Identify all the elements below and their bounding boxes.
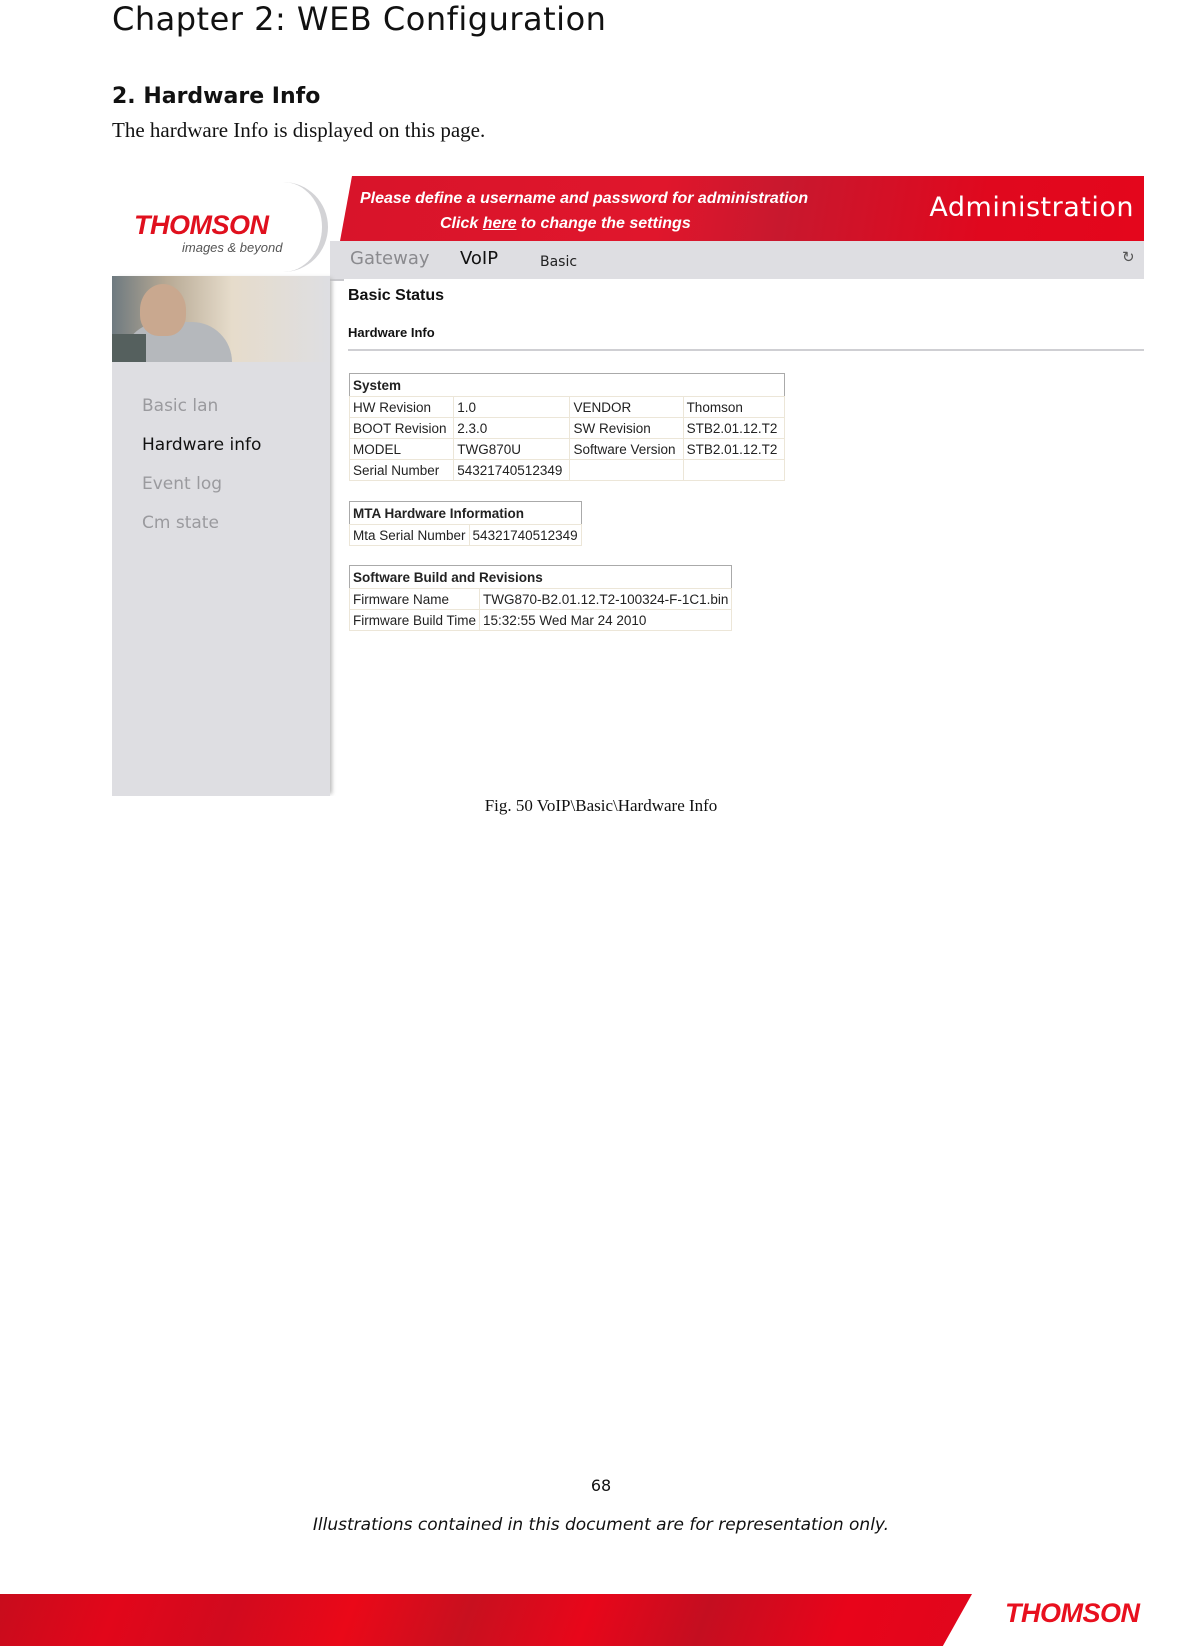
table-row: HW Revision 1.0 VENDOR Thomson bbox=[348, 396, 786, 418]
section-body: The hardware Info is displayed on this p… bbox=[112, 118, 486, 142]
system-table: System HW Revision 1.0 VENDOR Thomson BO… bbox=[348, 373, 786, 481]
change-settings-link[interactable]: here bbox=[483, 215, 517, 232]
figure-caption: Fig. 50 VoIP\Basic\Hardware Info bbox=[484, 796, 718, 815]
photo-person-head bbox=[140, 284, 186, 336]
tab-gateway[interactable]: Gateway bbox=[350, 248, 430, 269]
router-admin-screenshot: THOMSON images & beyond Please define a … bbox=[112, 176, 1144, 796]
content-subtitle: Hardware Info bbox=[348, 325, 435, 340]
logo-tagline: images & beyond bbox=[182, 240, 283, 255]
banner-title: Administration bbox=[929, 192, 1134, 223]
cell-value: STB2.01.12.T2 bbox=[682, 417, 786, 439]
table-header: Software Build and Revisions bbox=[353, 569, 543, 585]
thomson-logo: THOMSON images & beyond bbox=[112, 176, 334, 276]
cell-label: MODEL bbox=[348, 438, 455, 460]
page-number: 68 bbox=[590, 1476, 612, 1495]
cell-value: 1.0 bbox=[453, 396, 571, 418]
cell-value: Thomson bbox=[682, 396, 786, 418]
cell-label: Firmware Build Time bbox=[348, 609, 481, 631]
subtab-basic[interactable]: Basic bbox=[540, 254, 577, 270]
disclaimer: Illustrations contained in this document… bbox=[312, 1515, 890, 1535]
table-row: Mta Serial Number 54321740512349 bbox=[349, 524, 582, 546]
cell-label: Firmware Name bbox=[348, 588, 481, 610]
cell-label: BOOT Revision bbox=[348, 417, 455, 439]
logo-wordmark: THOMSON bbox=[134, 210, 269, 240]
banner-change-settings: Click here to change the settings bbox=[440, 215, 691, 233]
cell-value: 2.3.0 bbox=[453, 417, 571, 439]
cell-value: TWG870U bbox=[453, 438, 571, 460]
table-row: MODEL TWG870U Software Version STB2.01.1… bbox=[348, 438, 786, 460]
section-heading: 2. Hardware Info bbox=[112, 84, 321, 109]
cell-value: 54321740512349 bbox=[453, 459, 571, 481]
cell-label: Mta Serial Number bbox=[349, 524, 470, 546]
mta-table: MTA Hardware Information Mta Serial Numb… bbox=[349, 501, 582, 546]
cell-value bbox=[682, 459, 786, 481]
banner-line2-suffix: to change the settings bbox=[516, 215, 691, 232]
admin-banner: Please define a username and password fo… bbox=[340, 176, 1144, 241]
photo-laptop bbox=[112, 334, 146, 362]
sidebar-photo bbox=[112, 276, 330, 362]
cell-label: HW Revision bbox=[348, 396, 455, 418]
cell-value: 54321740512349 bbox=[468, 524, 582, 546]
sidebar: Basic lan Hardware info Event log Cm sta… bbox=[112, 276, 330, 796]
footer-logo: THOMSON bbox=[1005, 1598, 1140, 1628]
table-row: Firmware Name TWG870-B2.01.12.T2-100324-… bbox=[348, 588, 733, 610]
sidebar-item-event-log[interactable]: Event log bbox=[142, 474, 222, 494]
refresh-icon[interactable]: ↻ bbox=[1122, 250, 1136, 265]
cell-label bbox=[569, 459, 684, 481]
banner-line2-prefix: Click bbox=[440, 215, 483, 232]
cell-value: STB2.01.12.T2 bbox=[682, 438, 786, 460]
table-header: System bbox=[353, 377, 402, 393]
cell-label: Serial Number bbox=[348, 459, 455, 481]
logo-swoosh-icon bbox=[262, 182, 328, 272]
cell-value: 15:32:55 Wed Mar 24 2010 bbox=[479, 609, 733, 631]
divider bbox=[348, 349, 1144, 351]
table-row: Serial Number 54321740512349 bbox=[348, 459, 786, 481]
cell-label: VENDOR bbox=[569, 396, 684, 418]
software-table: Software Build and Revisions Firmware Na… bbox=[348, 565, 733, 631]
cell-label: Software Version bbox=[569, 438, 684, 460]
table-header: MTA Hardware Information bbox=[353, 505, 525, 521]
footer-band bbox=[0, 1594, 972, 1646]
table-row: BOOT Revision 2.3.0 SW Revision STB2.01.… bbox=[348, 417, 786, 439]
content-panel: Basic Status Hardware Info System HW Rev… bbox=[344, 279, 1144, 796]
top-nav: Gateway VoIP Basic ↻ bbox=[330, 241, 1144, 281]
cell-label: SW Revision bbox=[569, 417, 684, 439]
banner-warning: Please define a username and password fo… bbox=[360, 190, 809, 207]
sidebar-item-cm-state[interactable]: Cm state bbox=[142, 513, 219, 533]
cell-value: TWG870-B2.01.12.T2-100324-F-1C1.bin bbox=[479, 588, 733, 610]
sidebar-item-basic-lan[interactable]: Basic lan bbox=[142, 396, 218, 416]
tab-voip[interactable]: VoIP bbox=[460, 248, 498, 269]
table-row: Firmware Build Time 15:32:55 Wed Mar 24 … bbox=[348, 609, 733, 631]
chapter-title: Chapter 2: WEB Configuration bbox=[112, 0, 607, 38]
sidebar-item-hardware-info[interactable]: Hardware info bbox=[142, 435, 261, 455]
content-title: Basic Status bbox=[348, 287, 445, 304]
